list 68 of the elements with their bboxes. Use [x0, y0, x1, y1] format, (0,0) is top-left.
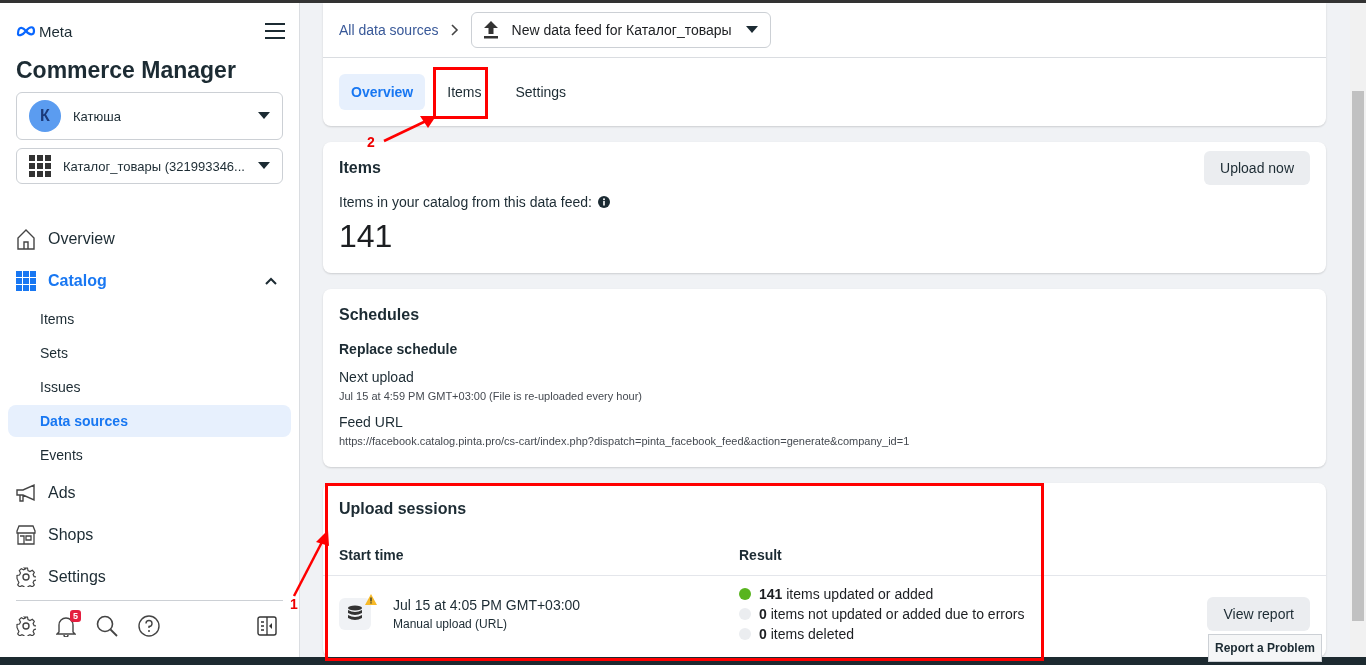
menu-icon[interactable] — [265, 23, 285, 39]
grid-icon — [16, 271, 36, 291]
home-icon — [16, 228, 36, 250]
nav-subitem[interactable]: Items — [8, 303, 291, 335]
tab[interactable]: Overview — [339, 74, 426, 110]
annotation-number: 2 — [367, 134, 375, 150]
tab[interactable]: Settings — [503, 74, 579, 110]
session-source: Manual upload (URL) — [393, 617, 509, 631]
nav-item[interactable]: Ads — [16, 472, 291, 514]
caption: Items in your catalog from this data feed: — [339, 194, 592, 210]
tab[interactable]: Items — [435, 74, 494, 110]
chevron-up-icon[interactable] — [265, 277, 277, 285]
result-text: 0 items not updated or added due to errors — [759, 606, 1025, 622]
nav-item[interactable]: Catalog — [16, 260, 291, 302]
column-header: Start time — [339, 547, 405, 563]
nav-item[interactable]: Shops — [16, 514, 291, 556]
shop-icon — [16, 525, 36, 545]
nav-subitem[interactable]: Issues — [8, 371, 291, 403]
item-count: 141 — [339, 217, 394, 256]
caret-icon — [258, 112, 270, 120]
card-title: Upload sessions — [339, 500, 467, 518]
feed-selector[interactable]: New data feed for Каталог_товары — [470, 12, 771, 48]
account-selector[interactable]: К Катюша — [16, 92, 283, 140]
brand-name: Meta — [39, 22, 73, 40]
field-label: Feed URL — [339, 414, 404, 430]
nav-subitem[interactable]: Data sources — [8, 405, 291, 437]
subtitle: Replace schedule — [339, 341, 459, 357]
field-value: https://facebook.catalog.pinta.pro/cs-cart/index.php?dispatch=pinta_facebook_feed&action=generate&company_id=1 — [339, 435, 911, 447]
meta-logo-icon — [16, 25, 36, 37]
app-title: Commerce Manager — [16, 57, 237, 84]
highlight-frame — [433, 67, 488, 119]
card-title: Items — [339, 159, 381, 177]
upload-now-button[interactable]: Upload now — [1204, 151, 1310, 185]
panel-toggle-icon[interactable] — [257, 616, 277, 636]
card-title: Schedules — [339, 306, 420, 324]
bell-icon[interactable] — [56, 615, 76, 637]
settings-icon — [16, 616, 36, 636]
breadcrumb-link[interactable]: All data sources — [339, 22, 439, 38]
help-icon[interactable] — [138, 615, 160, 637]
settings-icon — [16, 567, 36, 587]
chevron-right-icon — [450, 24, 459, 36]
scrollbar[interactable] — [1350, 3, 1366, 657]
nav-item[interactable]: Settings — [16, 556, 291, 598]
session-time: Jul 15 at 4:05 PM GMT+03:00 — [393, 597, 581, 613]
field-label: Next upload — [339, 369, 415, 385]
notification-badge: 5 — [70, 610, 81, 622]
caret-icon — [745, 26, 758, 34]
info-icon[interactable] — [597, 196, 610, 208]
upload-icon — [483, 21, 498, 39]
search-icon[interactable] — [96, 615, 118, 637]
grid-icon — [29, 155, 51, 177]
nav-item[interactable]: Overview — [16, 218, 291, 260]
database-icon — [347, 605, 363, 623]
arrow — [383, 116, 436, 143]
report-problem-button[interactable]: Report a Problem — [1207, 634, 1322, 662]
megaphone-icon — [16, 483, 36, 503]
result-text: 0 items deleted — [759, 626, 854, 642]
avatar: К — [29, 100, 61, 132]
annotation-number: 1 — [290, 596, 298, 612]
nav-subitem[interactable]: Events — [8, 439, 291, 471]
arrow — [292, 530, 329, 597]
catalog-selector[interactable]: Каталог_товары (321993346... — [16, 148, 283, 184]
view-report-button[interactable]: View report — [1207, 597, 1310, 631]
column-header: Result — [739, 547, 783, 563]
field-value: Jul 15 at 4:59 PM GMT+03:00 (File is re-uploaded every hour) — [339, 390, 643, 402]
nav-subitem[interactable]: Sets — [8, 337, 291, 369]
result-text: 141 items updated or added — [759, 586, 934, 602]
caret-icon — [258, 162, 270, 170]
